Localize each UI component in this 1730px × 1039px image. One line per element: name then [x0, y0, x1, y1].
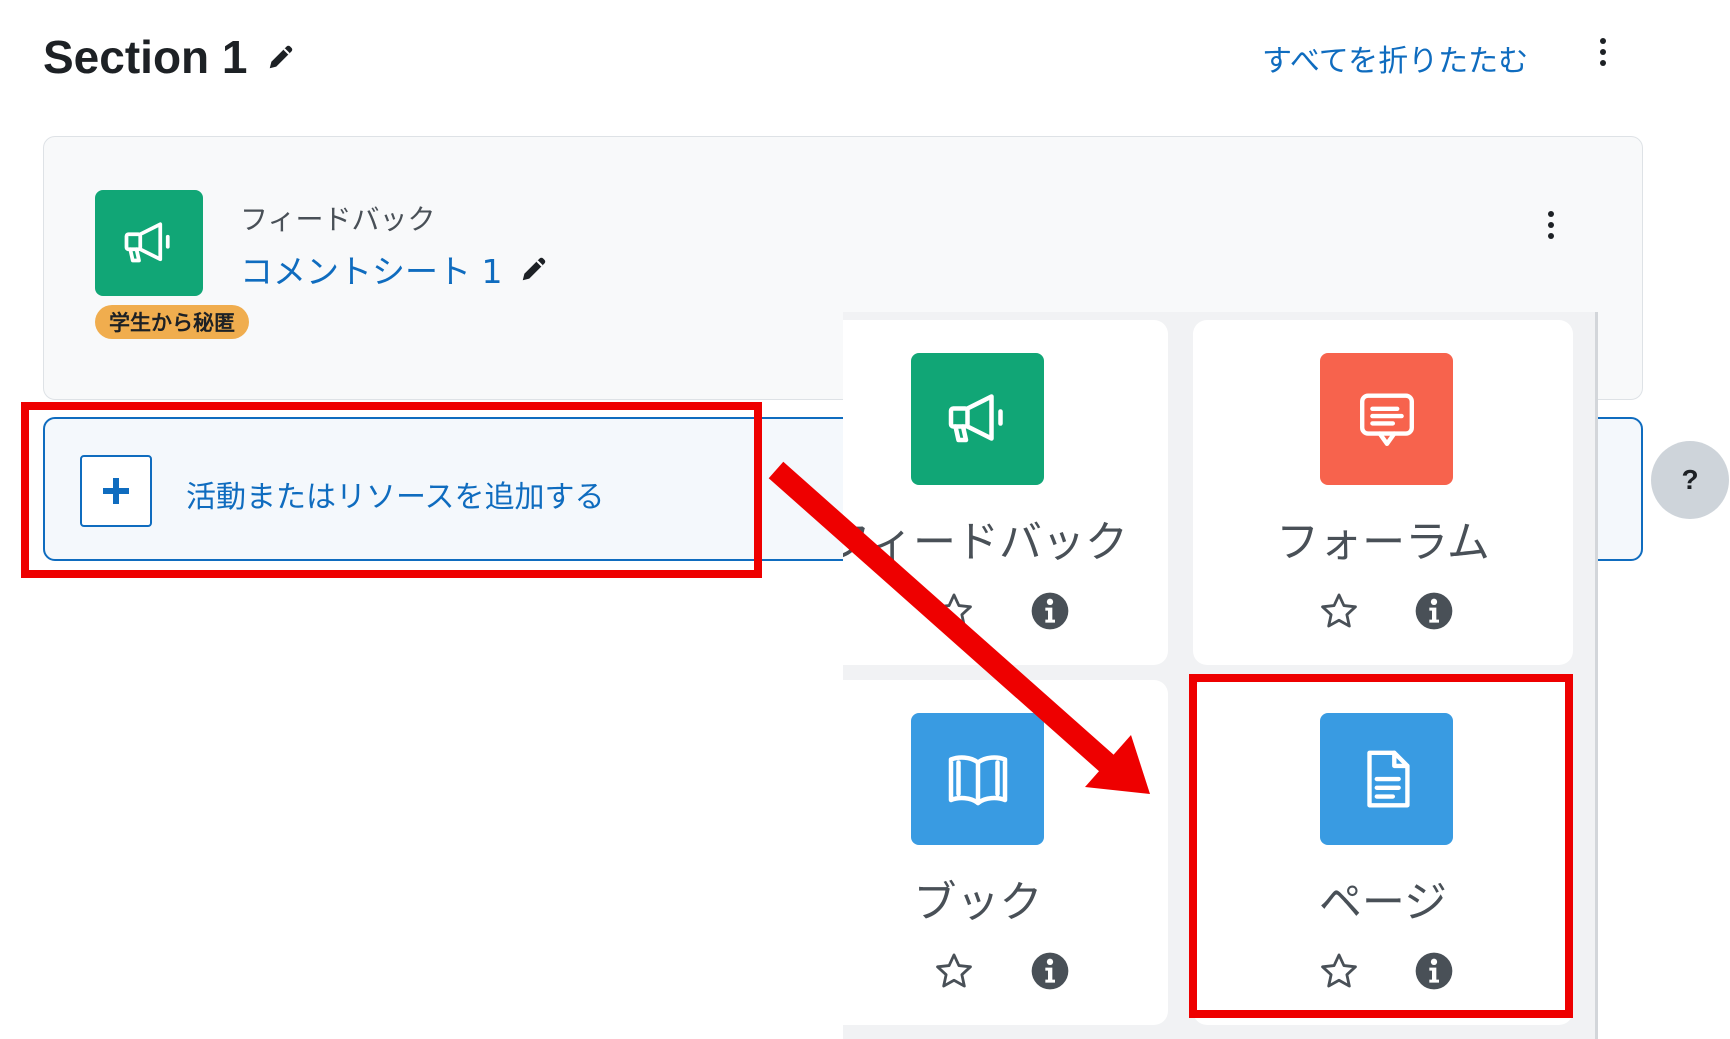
- activity-name-link[interactable]: コメントシート 1: [240, 245, 549, 293]
- info-icon[interactable]: [1414, 591, 1454, 631]
- activity-name-text[interactable]: コメントシート 1: [240, 245, 503, 293]
- add-activity-label[interactable]: 活動またはリソースを追加する: [186, 472, 605, 516]
- page-icon: [1320, 713, 1453, 845]
- chooser-tile-feedback[interactable]: フィードバック: [843, 320, 1168, 665]
- book-icon: [911, 713, 1044, 845]
- hidden-from-students-badge: 学生から秘匿: [95, 305, 249, 339]
- chooser-tile-page[interactable]: ページ: [1193, 680, 1573, 1025]
- star-icon[interactable]: [933, 590, 975, 632]
- chooser-tile-forum[interactable]: フォーラム: [1193, 320, 1573, 665]
- star-icon[interactable]: [933, 950, 975, 992]
- info-icon[interactable]: [1030, 951, 1070, 991]
- chooser-tile-book[interactable]: ブック: [843, 680, 1168, 1025]
- help-button[interactable]: ?: [1651, 441, 1729, 519]
- megaphone-icon: [911, 353, 1044, 485]
- star-icon[interactable]: [1318, 590, 1360, 632]
- edit-pencil-icon[interactable]: [266, 42, 296, 72]
- forum-icon: [1320, 353, 1453, 485]
- tile-label: フィードバック: [843, 518, 1129, 568]
- edit-pencil-icon[interactable]: [519, 254, 549, 284]
- tile-label: ページ: [1318, 878, 1448, 928]
- activity-menu-icon[interactable]: [1548, 211, 1554, 239]
- section-title: Section 1: [43, 30, 296, 84]
- section-menu-icon[interactable]: [1600, 38, 1606, 66]
- collapse-all-link[interactable]: すべてを折りたたむ: [1262, 36, 1528, 80]
- tile-label: ブック: [913, 878, 1043, 928]
- star-icon[interactable]: [1318, 950, 1360, 992]
- info-icon[interactable]: [1414, 951, 1454, 991]
- activity-type-label: フィードバック: [240, 203, 436, 236]
- plus-icon[interactable]: [80, 455, 152, 527]
- section-title-text: Section 1: [43, 31, 248, 83]
- activity-chooser: フィードバック フォーラム ブック ページ: [843, 312, 1598, 1039]
- tile-label: フォーラム: [1276, 518, 1490, 568]
- info-icon[interactable]: [1030, 591, 1070, 631]
- feedback-megaphone-icon: [95, 190, 203, 296]
